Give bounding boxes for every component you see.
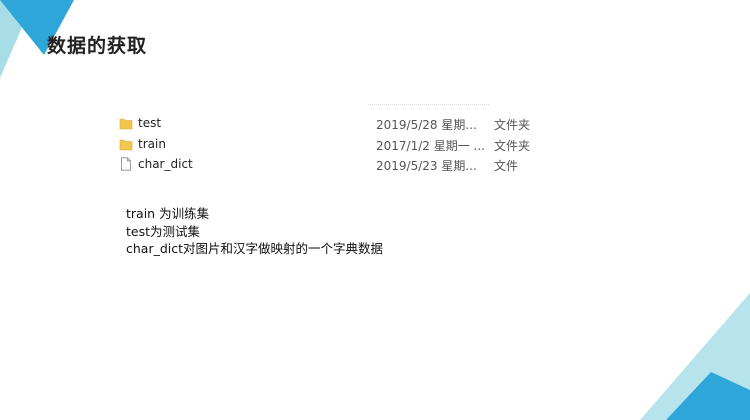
file-row-char-dict[interactable]: char_dict 2019/5/23 星期... 文件	[112, 154, 542, 175]
description-line-char-dict: char_dict对图片和汉字做映射的一个字典数据	[126, 241, 384, 256]
file-name: train	[138, 136, 166, 151]
slide: 数据的获取 test 2019/5/28 星期... 文件夹 train 201…	[0, 0, 750, 420]
file-type: 文件	[494, 159, 519, 173]
file-date: 2017/1/2 星期一 ...	[376, 138, 485, 153]
file-name: test	[138, 116, 162, 130]
description-block: train 为训练集 test为测试集 char_dict对图片和汉字做映射的一…	[126, 205, 383, 258]
file-date: 2019/5/23 星期...	[376, 159, 477, 173]
file-row-test[interactable]: test 2019/5/28 星期... 文件夹	[112, 113, 542, 134]
description-line-train: train 为训练集	[126, 206, 210, 221]
slide-title: 数据的获取	[47, 35, 148, 57]
file-row-train[interactable]: train 2017/1/2 星期一 ... 文件夹	[112, 134, 542, 155]
description-line-test: test为测试集	[126, 223, 201, 239]
file-icon	[121, 157, 131, 171]
column-divider	[368, 104, 489, 106]
file-type: 文件夹	[494, 118, 531, 132]
file-date: 2019/5/28 星期...	[376, 118, 477, 132]
folder-icon	[119, 118, 133, 130]
file-list: test 2019/5/28 星期... 文件夹 train 2017/1/2 …	[112, 113, 542, 175]
file-name: char_dict	[138, 157, 193, 171]
folder-icon	[119, 139, 133, 150]
file-type: 文件夹	[494, 138, 531, 153]
